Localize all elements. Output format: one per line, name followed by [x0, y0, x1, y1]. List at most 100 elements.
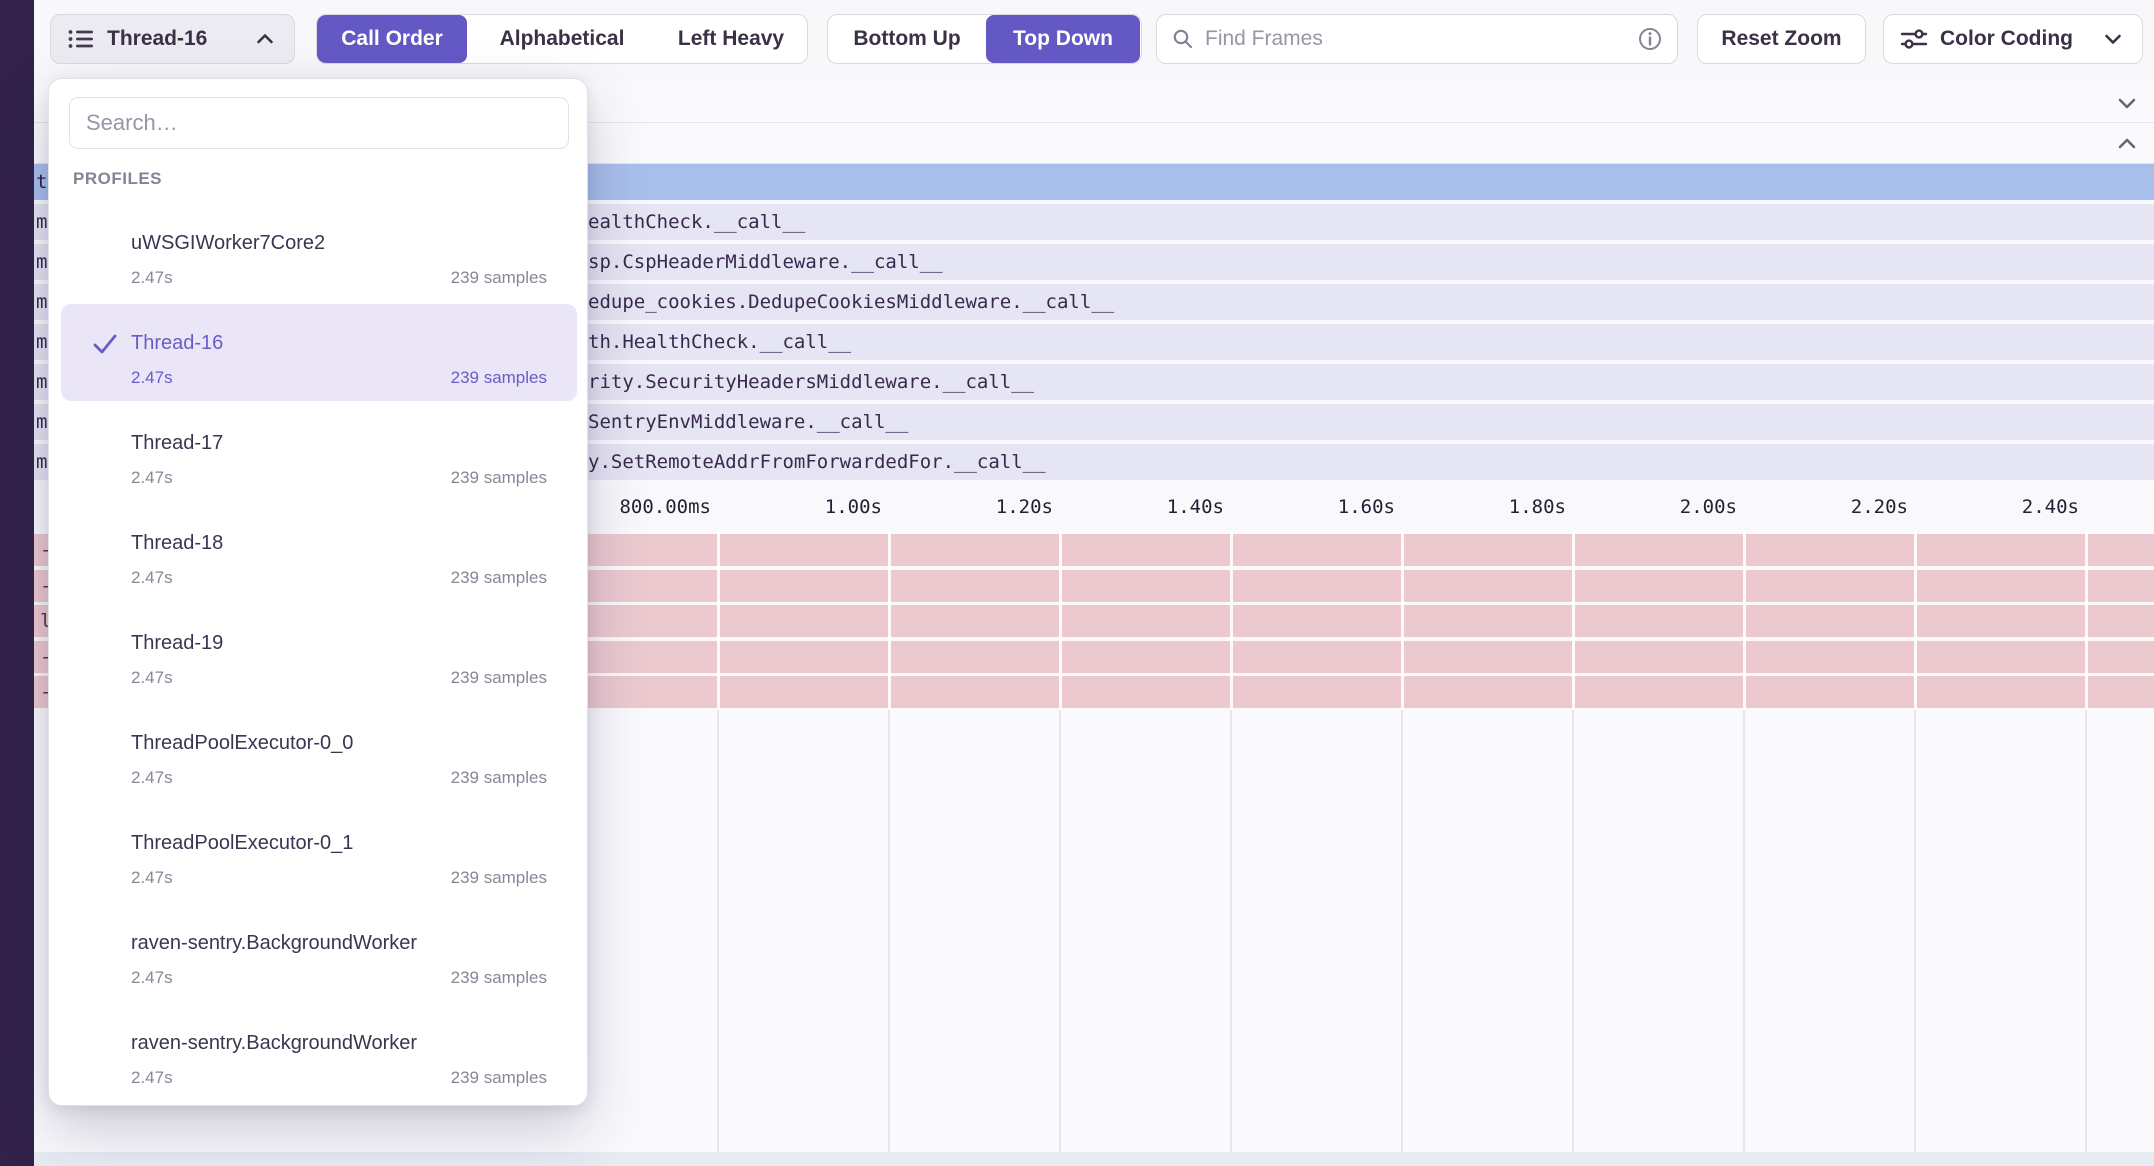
profile-item-name: Thread-18: [131, 532, 223, 555]
profile-item-duration: 2.47s: [131, 268, 173, 288]
gridline: [2085, 710, 2087, 1152]
info-icon[interactable]: [1637, 26, 1663, 52]
sort-option-alphabetical[interactable]: Alphabetical: [467, 15, 657, 63]
toolbar: Thread-16 Call OrderAlphabeticalLeft Hea…: [34, 0, 2154, 82]
reset-zoom-button[interactable]: Reset Zoom: [1697, 14, 1866, 64]
profile-item-duration: 2.47s: [131, 968, 173, 988]
thread-selector-label: Thread-16: [107, 27, 207, 51]
gridline: [1401, 530, 1404, 710]
search-icon: [1171, 27, 1195, 51]
profile-item[interactable]: Thread-172.47s239 samples: [61, 404, 577, 501]
profile-item-samples: 239 samples: [451, 868, 547, 888]
profile-item-duration: 2.47s: [131, 768, 173, 788]
gridline: [717, 530, 720, 710]
thread-list-icon: [67, 26, 95, 52]
profile-item[interactable]: raven-sentry.BackgroundWorker 2.47s 239 sa…: [61, 904, 577, 1001]
dropdown-search-field[interactable]: [69, 97, 569, 149]
chevron-up-icon: [252, 26, 278, 52]
gridline: [1059, 710, 1061, 1152]
minimap-footer-band: [34, 1152, 2154, 1166]
find-frames-search[interactable]: [1156, 14, 1678, 64]
profile-item[interactable]: Thread-162.47s239 samples: [61, 304, 577, 401]
profile-item[interactable]: ThreadPoolExecutor-0_0 2.47s 239 samples: [61, 704, 577, 801]
frame-text-fragment: m: [36, 371, 47, 393]
gridline: [1230, 710, 1232, 1152]
gridline: [717, 710, 719, 1152]
chevron-down-icon[interactable]: [2114, 90, 2140, 116]
profile-item-name: ThreadPoolExecutor-0_1: [131, 832, 353, 855]
frame-text-fragment: m: [36, 411, 47, 433]
profile-item-name: Thread-19: [131, 632, 223, 655]
profile-item[interactable]: uWSGIWorker7Core2 2.47s 239 samples: [61, 204, 577, 301]
profile-selector-dropdown: PROFILES uWSGIWorker7Core2 2.47s 239 sampl…: [48, 78, 588, 1106]
color-coding-button[interactable]: Color Coding: [1883, 14, 2143, 64]
frame-text-fragment: m: [36, 291, 47, 313]
profile-item-name: Thread-17: [131, 432, 223, 455]
frame-label: th.HealthCheck.__call__: [588, 331, 851, 353]
check-icon: [91, 330, 119, 358]
axis-tick-label: 2.40s: [1919, 496, 2079, 518]
frame-text-fragment: m: [36, 331, 47, 353]
frame-label: SentryEnvMiddleware.__call__: [588, 411, 908, 433]
profile-item[interactable]: Thread-18 2.47s 239 samples: [61, 504, 577, 601]
sort-option-call-order[interactable]: Call Order: [317, 15, 467, 63]
profile-item-duration: 2.47s: [131, 668, 173, 688]
gridline: [1230, 530, 1233, 710]
sort-option-left-heavy[interactable]: Left Heavy: [657, 15, 805, 63]
profile-item-samples: 239 samples: [451, 368, 547, 388]
profile-item-samples: 239 samples: [451, 968, 547, 988]
direction-segmented-control: Bottom UpTop Down: [827, 14, 1142, 64]
gridline: [1743, 710, 1745, 1152]
axis-tick-label: 1.80s: [1406, 496, 1566, 518]
profile-item-name: ThreadPoolExecutor-0_0: [131, 732, 353, 755]
frame-text-fragment: t: [36, 171, 47, 193]
profile-item-duration: 2.47s: [131, 1068, 173, 1088]
frame-text-fragment: m: [36, 451, 47, 473]
profile-item-duration: 2.47s: [131, 868, 173, 888]
profile-item[interactable]: ThreadPoolExecutor-0_1 2.47s 239 samples: [61, 804, 577, 901]
gridline: [1401, 710, 1403, 1152]
direction-option-bottom-up[interactable]: Bottom Up: [828, 15, 986, 63]
reset-zoom-label: Reset Zoom: [1721, 27, 1841, 51]
gridline: [888, 530, 891, 710]
axis-tick-label: 2.20s: [1748, 496, 1908, 518]
axis-tick-label: 1.60s: [1235, 496, 1395, 518]
gridline: [1572, 530, 1575, 710]
sliders-icon: [1900, 26, 1928, 52]
axis-tick-label: 2.00s: [1577, 496, 1737, 518]
profiles-section-label: PROFILES: [73, 169, 162, 189]
color-coding-label: Color Coding: [1940, 27, 2073, 51]
frame-text-fragment: m: [36, 251, 47, 273]
direction-option-top-down[interactable]: Top Down: [986, 15, 1140, 63]
profile-item-samples: 239 samples: [451, 1068, 547, 1088]
profile-item-duration: 2.47s: [131, 568, 173, 588]
profile-item-name: uWSGIWorker7Core2: [131, 232, 325, 255]
profile-item-samples: 239 samples: [451, 668, 547, 688]
gridline: [1914, 710, 1916, 1152]
profiler-screen: t mealthCheck.__call__msp.CspHeaderMiddl…: [0, 0, 2154, 1166]
profile-item-name: raven-sentry.BackgroundWorker: [131, 932, 417, 955]
gridline: [888, 710, 890, 1152]
find-frames-input[interactable]: [1205, 27, 1627, 51]
frame-label: ealthCheck.__call__: [588, 211, 805, 233]
gridline: [2085, 530, 2088, 710]
chevron-up-icon[interactable]: [2114, 131, 2140, 157]
gridline: [1059, 530, 1062, 710]
app-sidebar-strip: [0, 0, 34, 1166]
profile-item[interactable]: raven-sentry.BackgroundWorker2.47s239 sa…: [61, 1004, 577, 1101]
axis-tick-label: 1.00s: [722, 496, 882, 518]
profile-item-samples: 239 samples: [451, 268, 547, 288]
frame-label: sp.CspHeaderMiddleware.__call__: [588, 251, 943, 273]
profile-item[interactable]: Thread-19 2.47s 239 samples: [61, 604, 577, 701]
gridline: [1743, 530, 1746, 710]
profile-item-name: Thread-16: [131, 332, 223, 355]
profile-item-duration: 2.47s: [131, 468, 173, 488]
profile-item-samples: 239 samples: [451, 768, 547, 788]
frame-label: edupe_cookies.DedupeCookiesMiddleware.__…: [588, 291, 1114, 313]
thread-selector-button[interactable]: Thread-16: [50, 14, 295, 64]
dropdown-search-input[interactable]: [86, 110, 552, 136]
profile-item-samples: 239 samples: [451, 568, 547, 588]
frame-text-fragment: m: [36, 211, 47, 233]
gridline: [1572, 710, 1574, 1152]
axis-tick-label: 1.40s: [1064, 496, 1224, 518]
